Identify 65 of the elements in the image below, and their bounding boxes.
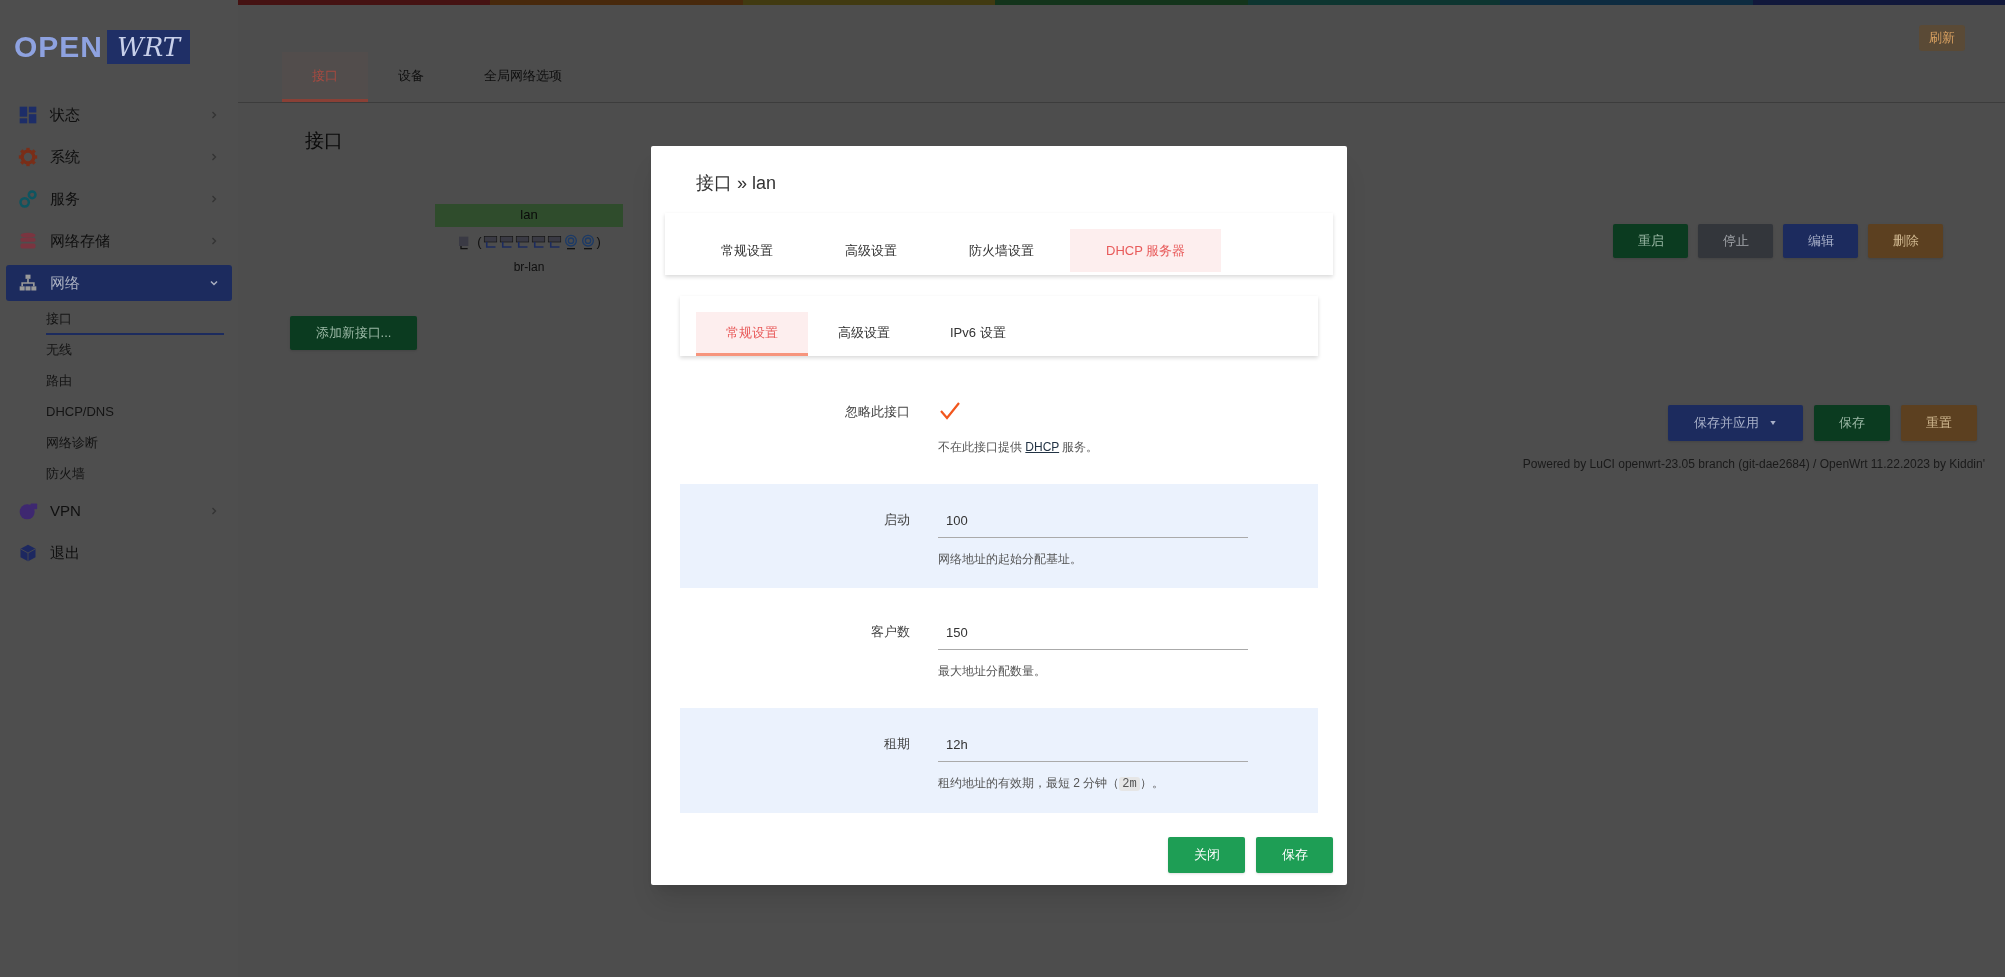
tab[interactable]: 防火墙设置 (933, 229, 1070, 272)
tab[interactable]: IPv6 设置 (920, 312, 1036, 356)
dialog-title: 接口 » lan (696, 172, 778, 195)
field-description: 最大地址分配数量。 (938, 663, 1047, 680)
add-interface-button[interactable]: 添加新接口... (290, 315, 417, 350)
field-label: 忽略此接口 (844, 403, 910, 421)
submenu-item[interactable]: 路由 (46, 366, 224, 397)
device-name: br-lan (513, 258, 545, 276)
field-description: 租约地址的有效期，最短 2 分钟（ 2m ）。 (938, 775, 1165, 793)
close-button[interactable]: 关闭 (1168, 837, 1245, 873)
page-title: 接口 (305, 129, 344, 153)
stop-button[interactable]: 停止 (1698, 223, 1773, 258)
wireless-icon (579, 233, 596, 250)
code-snippet: 2m (1119, 777, 1140, 791)
edit-button[interactable]: 编辑 (1783, 223, 1858, 258)
tab[interactable]: 全局网络选项 (454, 52, 592, 102)
tab[interactable]: 高级设置 (809, 229, 933, 272)
ethernet-port-icon (482, 233, 498, 250)
paren-text: ( (477, 232, 482, 251)
interface-name-badge: lan (435, 203, 623, 227)
wireless-icon (562, 233, 579, 250)
tab[interactable]: 设备 (368, 52, 454, 102)
paren-text: ) (596, 232, 601, 251)
field-description: 不在此接口提供 DHCP 服务。 (938, 439, 1099, 456)
field-label: 启动 (883, 511, 910, 529)
sidebar-item[interactable]: 网络存储 (6, 223, 232, 259)
cube-icon (18, 543, 38, 563)
help-link[interactable]: DHCP (1025, 440, 1060, 454)
ethernet-port-icon (514, 233, 530, 250)
save-button[interactable]: 保存 (1256, 837, 1333, 873)
reset-button[interactable]: 重置 (1901, 404, 1977, 441)
sidebar-item[interactable]: 系统 (6, 139, 232, 175)
sidebar-item[interactable]: VPN (6, 493, 232, 529)
tab[interactable]: 高级设置 (808, 312, 920, 356)
delete-button[interactable]: 删除 (1868, 223, 1943, 258)
database-icon (18, 231, 38, 251)
logo-badge: WRT (107, 30, 191, 64)
logo-text: OPEN (14, 32, 104, 62)
save-button[interactable]: 保存 (1814, 404, 1890, 441)
input-field[interactable]: 100 (938, 504, 1248, 538)
tab[interactable]: DHCP 服务器 (1070, 229, 1222, 272)
gears-icon (18, 189, 38, 209)
sidebar-item[interactable]: 状态 (6, 97, 232, 133)
caret-icon (1769, 418, 1777, 427)
field-description: 网络地址的起始分配基址。 (938, 551, 1083, 568)
submenu-item[interactable]: DHCP/DNS (46, 397, 224, 428)
grid-icon (18, 105, 38, 125)
restart-button[interactable]: 重启 (1613, 223, 1688, 258)
refresh-button[interactable]: 刷新 (1919, 25, 1965, 51)
sidebar-item[interactable]: 退出 (6, 535, 232, 571)
tab[interactable]: 常规设置 (696, 312, 808, 356)
input-field[interactable]: 150 (938, 616, 1248, 650)
field-label: 客户数 (870, 623, 910, 641)
ethernet-port-icon (530, 233, 546, 250)
sidebar-item[interactable]: 网络 (6, 265, 232, 301)
gear-icon (18, 147, 38, 167)
tab[interactable]: 常规设置 (685, 229, 809, 272)
apply-button[interactable]: 保存并应用 (1668, 404, 1803, 441)
input-field[interactable]: 12h (938, 728, 1248, 762)
field-label: 租期 (883, 735, 910, 753)
sidebar-item[interactable]: 服务 (6, 181, 232, 217)
ethernet-port-icon (498, 233, 514, 250)
network-tree-icon (18, 273, 38, 293)
ethernet-port-icon (546, 233, 562, 250)
submenu-item[interactable]: 网络诊断 (46, 428, 224, 459)
